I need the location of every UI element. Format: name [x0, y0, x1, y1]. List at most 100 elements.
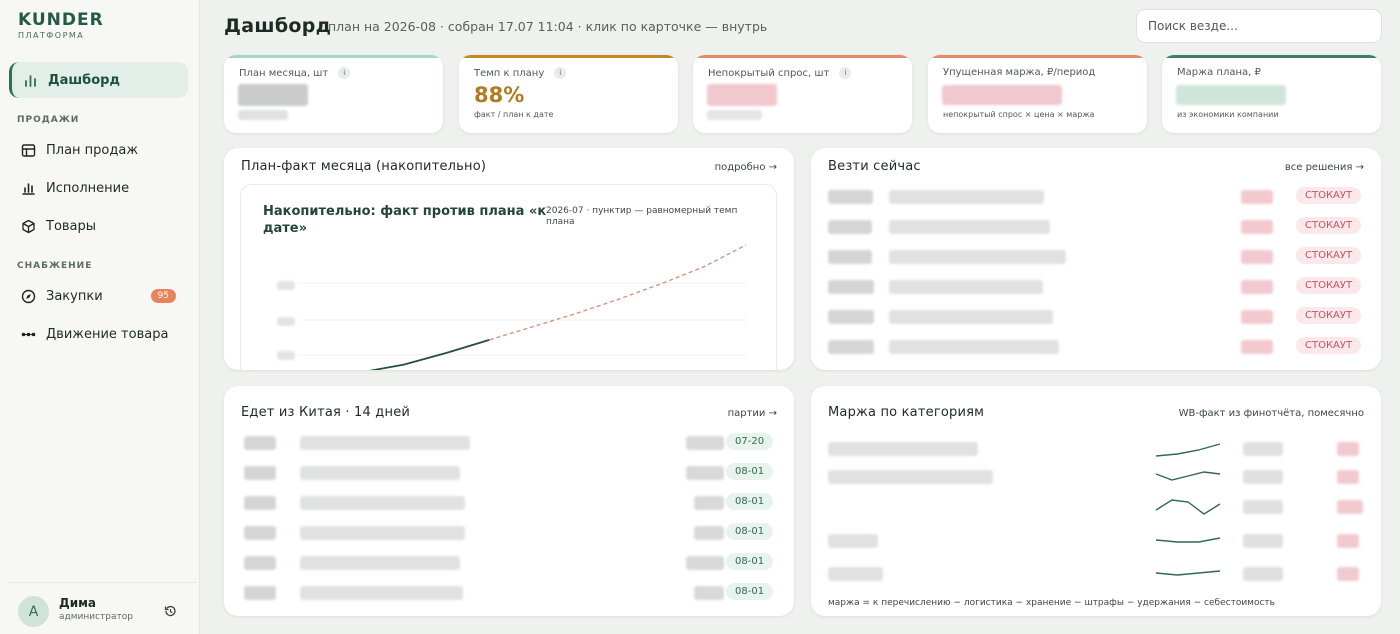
all-decisions-link[interactable]: все решения → — [1285, 162, 1364, 173]
redacted-value — [238, 84, 308, 106]
list-item[interactable] — [811, 468, 1381, 490]
bar-chart-icon — [21, 71, 39, 89]
redacted-name — [300, 466, 460, 480]
list-item[interactable] — [811, 498, 1381, 520]
list-item[interactable]: 07-20 — [224, 433, 794, 455]
list-item[interactable] — [811, 532, 1381, 554]
china-shipments-card[interactable]: Едет из Китая · 14 дней партии → 07-20 08… — [224, 386, 794, 616]
kpi-card-uncovered-demand[interactable]: Непокрытый спрос, шт i — [693, 55, 912, 133]
redacted-name — [300, 496, 465, 510]
redacted-sku — [244, 526, 276, 540]
redacted-qty — [694, 526, 724, 540]
search-input[interactable] — [1136, 9, 1382, 43]
list-item[interactable]: 08-01 — [224, 583, 794, 605]
kpi-card-plan-margin[interactable]: Маржа плана, ₽ из экономики компании — [1162, 55, 1381, 133]
kpi-label: Непокрытый спрос, шт i — [708, 67, 852, 79]
redacted-sku — [828, 280, 874, 294]
list-item[interactable]: СТОКАУТ — [811, 337, 1381, 359]
purchases-count-badge: 95 — [150, 289, 176, 303]
redacted-qty — [1241, 190, 1273, 204]
redacted-qty — [1241, 280, 1273, 294]
list-item[interactable]: СТОКАУТ — [811, 217, 1381, 239]
kpi-card-lost-margin[interactable]: Упущенная маржа, ₽/период непокрытый спр… — [928, 55, 1147, 133]
redacted-sku — [244, 466, 276, 480]
sidebar-item-movement[interactable]: Движение товара — [9, 316, 188, 352]
redacted-value — [1176, 85, 1286, 105]
status-badge: СТОКАУТ — [1296, 187, 1362, 204]
redacted-delta — [1337, 534, 1359, 548]
info-icon[interactable]: i — [338, 67, 351, 79]
list-item[interactable]: СТОКАУТ — [811, 277, 1381, 299]
page-subtitle: план на 2026-08 · собран 17.07 11:04 · к… — [328, 19, 768, 34]
sidebar-item-label: Исполнение — [46, 180, 130, 196]
eta-badge: 07-20 — [726, 433, 774, 450]
sidebar-item-sales-plan[interactable]: План продаж — [9, 132, 188, 168]
sidebar-item-purchases[interactable]: Закупки 95 — [9, 278, 188, 314]
sidebar-item-execution[interactable]: Исполнение — [9, 170, 188, 206]
brand-name: KUNDER — [18, 10, 104, 30]
list-item[interactable]: 08-01 — [224, 523, 794, 545]
card-title: Везти сейчас — [828, 159, 921, 174]
redacted-value — [1243, 442, 1283, 456]
redacted-note — [707, 110, 762, 120]
brand-subtitle: ПЛАТФОРМА — [18, 31, 85, 40]
list-item[interactable]: 08-01 — [224, 493, 794, 515]
margin-formula: маржа = к перечислению − логистика − хра… — [828, 598, 1275, 608]
cumulative-chart — [301, 244, 747, 370]
details-link[interactable]: подробно → — [715, 162, 777, 173]
sidebar-item-dashboard[interactable]: Дашборд — [9, 62, 188, 98]
redacted-qty — [1241, 220, 1273, 234]
kpi-label: Маржа плана, ₽ — [1177, 67, 1261, 78]
plan-fact-card[interactable]: План-факт месяца (накопительно) подробно… — [224, 148, 794, 370]
status-badge: СТОКАУТ — [1296, 337, 1362, 354]
redacted-name — [300, 436, 470, 450]
kpi-card-tempo[interactable]: Темп к плану i 88% факт / план к дате — [459, 55, 678, 133]
sidebar-item-label: Дашборд — [48, 72, 120, 88]
user-name: Дима — [59, 596, 97, 610]
brand-logo[interactable]: KUNDER ПЛАТФОРМА — [18, 10, 104, 40]
box-icon — [19, 217, 37, 235]
bar-chart-icon — [19, 179, 37, 197]
margin-by-category-card[interactable]: Маржа по категориям WB-факт из финотчёта… — [811, 386, 1381, 616]
kpi-accent-bar — [928, 55, 1147, 58]
list-item[interactable]: СТОКАУТ — [811, 247, 1381, 269]
kpi-label: Темп к плану i — [474, 67, 567, 79]
redacted-qty — [1241, 340, 1273, 354]
sidebar-item-label: Движение товара — [46, 326, 169, 342]
kpi-label-text: Упущенная маржа, ₽/период — [943, 67, 1096, 78]
redacted-delta — [1337, 500, 1363, 514]
kpi-card-month-plan[interactable]: План месяца, шт i — [224, 55, 443, 133]
sparkline-path — [1155, 570, 1221, 576]
sidebar-item-products[interactable]: Товары — [9, 208, 188, 244]
kpi-note: непокрытый спрос × цена × маржа — [943, 110, 1095, 119]
sidebar-item-label: Закупки — [46, 288, 103, 304]
list-item[interactable] — [811, 440, 1381, 462]
info-icon[interactable]: i — [839, 67, 852, 79]
list-item[interactable] — [811, 565, 1381, 587]
page-title: Дашборд — [224, 15, 332, 37]
sparkline — [1155, 537, 1221, 543]
eta-badge: 08-01 — [726, 493, 774, 510]
batches-link[interactable]: партии → — [728, 408, 777, 419]
list-item[interactable]: 08-01 — [224, 463, 794, 485]
list-item[interactable]: СТОКАУТ — [811, 307, 1381, 329]
sparkline-path — [1155, 443, 1221, 457]
avatar[interactable]: А — [18, 596, 49, 627]
list-item[interactable]: СТОКАУТ — [811, 187, 1381, 209]
redacted-qty — [694, 496, 724, 510]
redacted-name — [889, 340, 1059, 354]
eta-badge: 08-01 — [726, 583, 774, 600]
redacted-name — [889, 220, 1050, 234]
ship-now-card[interactable]: Везти сейчас все решения → СТОКАУТ СТОКАУ… — [811, 148, 1381, 370]
refresh-icon[interactable] — [164, 603, 177, 622]
redacted-value — [707, 84, 777, 106]
kpi-value: 88% — [474, 83, 525, 107]
kpi-accent-bar — [1162, 55, 1381, 58]
redacted-note — [238, 110, 288, 120]
kpi-label-text: Маржа плана, ₽ — [1177, 67, 1261, 78]
redacted-axis-label — [277, 317, 295, 326]
list-item[interactable]: 08-01 — [224, 553, 794, 575]
info-icon[interactable]: i — [554, 67, 567, 79]
redacted-value — [1243, 534, 1283, 548]
margin-source-note: WB-факт из финотчёта, помесячно — [1178, 408, 1364, 419]
